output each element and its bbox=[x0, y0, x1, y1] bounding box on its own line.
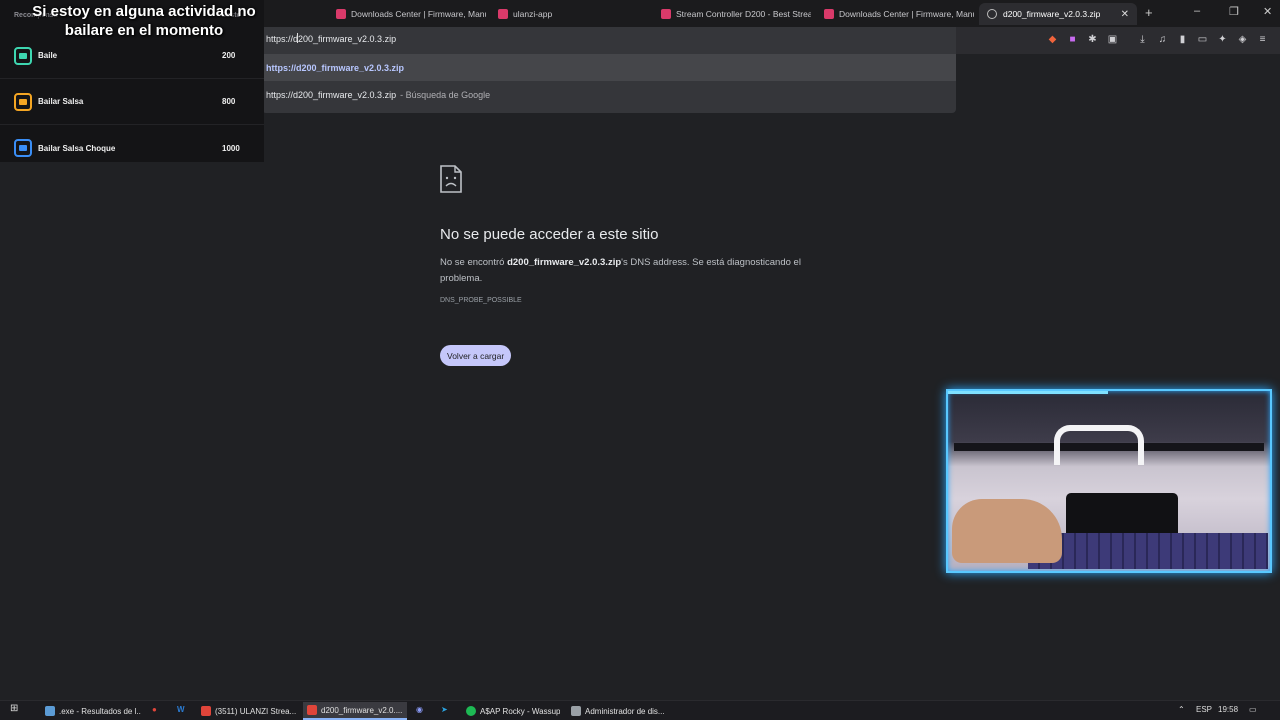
tab-downloads-center-1[interactable]: Downloads Center | Firmware, Manu bbox=[336, 3, 486, 25]
tab-close-icon[interactable]: ✕ bbox=[1113, 9, 1129, 20]
reward-cost: 1000 bbox=[222, 143, 240, 153]
ulanzi-favicon-icon bbox=[498, 9, 508, 19]
omnibox-suggestion-url[interactable]: https://d200_firmware_v2.0.3.zip bbox=[262, 54, 956, 81]
error-code: DNS_PROBE_POSSIBLE bbox=[440, 297, 522, 304]
tab-d200-firmware[interactable]: d200_firmware_v2.0.3.zip ✕ bbox=[979, 3, 1137, 25]
address-bar-input[interactable]: https://d200_firmware_v2.0.3.zip bbox=[266, 34, 396, 44]
screenshot-icon[interactable]: ▣ bbox=[1106, 33, 1119, 46]
webcam-keyboard bbox=[1028, 533, 1268, 569]
extensions-icon[interactable]: ✱ bbox=[1086, 33, 1099, 46]
vpn-shield-icon[interactable]: ◈ bbox=[1236, 33, 1249, 46]
clock[interactable]: 19:58 bbox=[1218, 705, 1238, 714]
new-tab-button[interactable]: + bbox=[1145, 5, 1153, 20]
toolbar-icons: ◆ ■ ✱ ▣ ⤓ ♫ ▮ ▭ ✦ ◈ ≡ bbox=[1046, 33, 1269, 46]
brave-icon bbox=[307, 705, 317, 715]
taskbar-item-spotify[interactable]: A$AP Rocky - Wassup bbox=[462, 702, 560, 720]
reward-name: Bailar Salsa Choque bbox=[38, 143, 116, 153]
discord-icon[interactable]: ◉ bbox=[416, 705, 423, 714]
reward-row: Bailar Salsa Choque 1000 bbox=[0, 125, 264, 171]
ulanzi-favicon-icon bbox=[661, 9, 671, 19]
reward-ticket-icon bbox=[14, 139, 32, 157]
webcam-overlay bbox=[946, 389, 1272, 573]
reward-ticket-icon bbox=[14, 92, 32, 111]
suggestion-text: https://d200_firmware_v2.0.3.zip bbox=[266, 89, 397, 100]
webcam-hand bbox=[952, 499, 1062, 563]
start-menu-icon[interactable]: ⊞ bbox=[10, 703, 18, 714]
taskbar-item-label: (3511) ULANZI Strea... bbox=[215, 706, 297, 716]
reward-name: Bailar Salsa bbox=[38, 97, 84, 106]
spotify-icon bbox=[466, 706, 476, 716]
ulanzi-favicon-icon bbox=[824, 9, 834, 19]
error-description: No se encontró d200_firmware_v2.0.3.zip'… bbox=[440, 255, 830, 287]
taskbar-item-label: Administrador de dis... bbox=[585, 706, 665, 716]
rewards-icon[interactable]: ■ bbox=[1066, 33, 1079, 46]
reload-button[interactable]: Volver a cargar bbox=[440, 345, 512, 366]
sidebar-icon[interactable]: ▮ bbox=[1176, 33, 1189, 46]
tab-label: d200_firmware_v2.0.3.zip bbox=[1003, 9, 1101, 19]
error-host: d200_firmware_v2.0.3.zip bbox=[507, 257, 622, 268]
suggestion-text: https://d200_firmware_v2.0.3.zip bbox=[266, 62, 405, 73]
opera-icon[interactable]: ● bbox=[152, 705, 157, 714]
tab-label: ulanzi-app bbox=[513, 9, 553, 19]
brave-icon bbox=[201, 706, 211, 716]
suggestion-suffix: - Búsqueda de Google bbox=[400, 89, 491, 100]
reward-cost: 800 bbox=[222, 97, 236, 106]
reward-ticket-icon bbox=[14, 46, 32, 65]
media-icon[interactable]: ♫ bbox=[1156, 33, 1169, 46]
tab-downloads-center-2[interactable]: Downloads Center | Firmware, Manu bbox=[824, 3, 974, 25]
tab-stream-controller-d200[interactable]: Stream Controller D200 - Best Stream bbox=[661, 3, 811, 25]
brave-shield-icon[interactable]: ◆ bbox=[1046, 33, 1059, 46]
sad-document-icon bbox=[440, 165, 462, 193]
stream-caption: Si estoy en alguna actividad no bailare … bbox=[32, 3, 256, 39]
tab-ulanzi-app[interactable]: ulanzi-app bbox=[498, 3, 648, 25]
error-body-prefix: No se encontró bbox=[440, 257, 508, 268]
taskbar-item-explorer[interactable]: .exe - Resultados de l... bbox=[41, 702, 141, 720]
omnibox-suggestion-search[interactable]: https://d200_firmware_v2.0.3.zip - Búsqu… bbox=[262, 81, 956, 108]
close-window-button[interactable]: ✕ bbox=[1263, 5, 1272, 18]
device-manager-icon bbox=[571, 706, 581, 716]
error-page: No se puede acceder a este sitio No se e… bbox=[440, 165, 840, 366]
webcam-glow bbox=[948, 391, 1108, 394]
error-title: No se puede acceder a este sitio bbox=[440, 226, 659, 243]
windows-taskbar: ⊞ .exe - Resultados de l... ● W (3511) U… bbox=[0, 700, 1280, 720]
tab-label: Downloads Center | Firmware, Manu bbox=[351, 9, 486, 19]
taskbar-item-label: .exe - Resultados de l... bbox=[59, 706, 141, 716]
globe-icon bbox=[987, 9, 997, 19]
restore-button[interactable]: ❐ bbox=[1229, 5, 1239, 18]
taskbar-item-label: A$AP Rocky - Wassup bbox=[480, 706, 560, 716]
word-icon[interactable]: W bbox=[177, 705, 185, 714]
text-cursor-icon bbox=[297, 33, 303, 43]
leo-ai-icon[interactable]: ✦ bbox=[1216, 33, 1229, 46]
ulanzi-favicon-icon bbox=[336, 9, 346, 19]
download-icon[interactable]: ⤓ bbox=[1136, 33, 1149, 46]
menu-icon[interactable]: ≡ bbox=[1256, 33, 1269, 46]
wallet-icon[interactable]: ▭ bbox=[1196, 33, 1209, 46]
chevron-up-icon[interactable]: ⌃ bbox=[1178, 705, 1185, 714]
webcam-lamp bbox=[1054, 425, 1144, 465]
taskbar-item-brave-ulanzi[interactable]: (3511) ULANZI Strea... bbox=[197, 702, 297, 720]
tab-label: Stream Controller D200 - Best Stream bbox=[676, 9, 811, 19]
reward-cost: 200 bbox=[222, 51, 236, 60]
notifications-icon[interactable]: ▭ bbox=[1249, 705, 1257, 714]
explorer-icon bbox=[45, 706, 55, 716]
language-indicator[interactable]: ESP bbox=[1196, 705, 1212, 714]
minimize-button[interactable]: – bbox=[1194, 5, 1200, 17]
reward-row: Bailar Salsa 800 bbox=[0, 79, 264, 125]
taskbar-item-brave-firmware[interactable]: d200_firmware_v2.0.... bbox=[303, 702, 407, 720]
taskbar-item-label: d200_firmware_v2.0.... bbox=[321, 705, 403, 715]
telegram-icon[interactable]: ➤ bbox=[441, 705, 448, 714]
reward-name: Baile bbox=[38, 51, 58, 60]
taskbar-item-device-manager[interactable]: Administrador de dis... bbox=[567, 702, 667, 720]
tab-label: Downloads Center | Firmware, Manu bbox=[839, 9, 974, 19]
